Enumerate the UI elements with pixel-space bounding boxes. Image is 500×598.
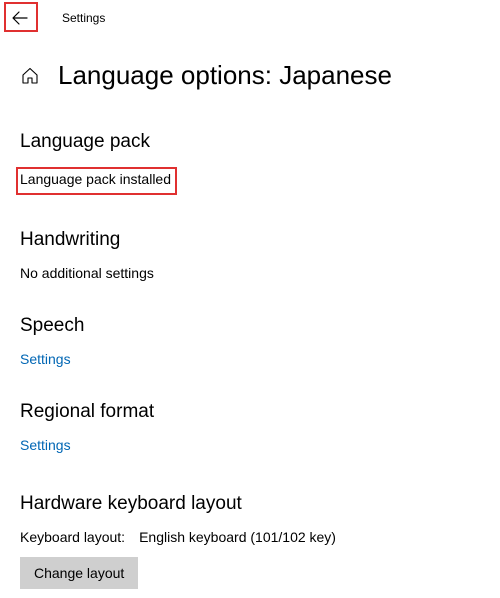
- back-button[interactable]: [2, 4, 38, 32]
- home-icon: [21, 67, 39, 85]
- change-layout-button[interactable]: Change layout: [20, 557, 138, 589]
- speech-settings-link[interactable]: Settings: [20, 351, 480, 367]
- handwriting-status: No additional settings: [20, 265, 480, 281]
- annotation-highlight-langpack: Language pack installed: [16, 167, 177, 195]
- section-heading-handwriting: Handwriting: [20, 229, 480, 251]
- keyboard-layout-label: Keyboard layout:: [20, 529, 125, 545]
- window-title: Settings: [62, 11, 105, 25]
- section-heading-regional-format: Regional format: [20, 401, 480, 423]
- section-heading-language-pack: Language pack: [20, 131, 480, 153]
- language-pack-status: Language pack installed: [20, 171, 171, 187]
- keyboard-layout-value: English keyboard (101/102 key): [139, 529, 336, 545]
- page-title: Language options: Japanese: [58, 60, 392, 91]
- home-button[interactable]: [20, 66, 40, 86]
- section-heading-speech: Speech: [20, 315, 480, 337]
- section-heading-hardware-keyboard: Hardware keyboard layout: [20, 493, 480, 515]
- regional-format-settings-link[interactable]: Settings: [20, 437, 480, 453]
- back-arrow-icon: [12, 10, 28, 26]
